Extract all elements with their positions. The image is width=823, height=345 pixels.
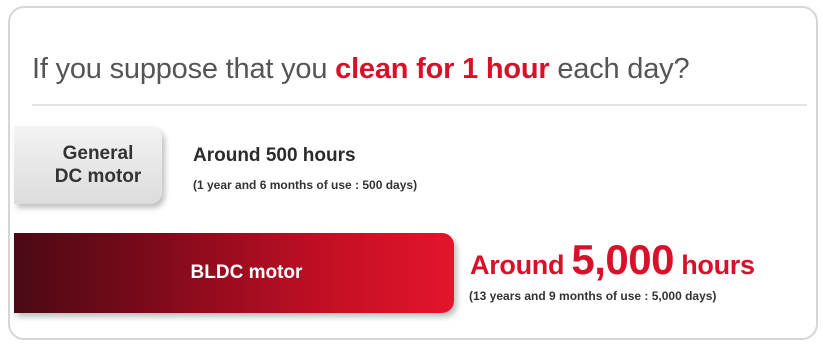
headline-prefix: If you suppose that you — [32, 53, 336, 85]
general-dc-motor-label: General DC motor — [54, 143, 142, 187]
headline-suffix: each day? — [549, 53, 690, 85]
comparison-card: If you suppose that you clean for 1 hour… — [8, 6, 818, 340]
headline: If you suppose that you clean for 1 hour… — [32, 53, 690, 86]
bldc-hours-suffix: hours — [674, 250, 755, 280]
headline-highlight: clean for 1 hour — [335, 53, 550, 85]
bldc-motor-bar: BLDC motor — [14, 233, 454, 313]
bldc-hours-prefix: Around — [470, 250, 572, 280]
bldc-motor-note: (13 years and 9 months of use : 5,000 da… — [469, 289, 717, 303]
divider — [32, 104, 807, 106]
general-dc-motor-box: General DC motor — [14, 126, 162, 204]
bldc-motor-label: BLDC motor — [190, 262, 303, 283]
general-dc-motor-note: (1 year and 6 months of use : 500 days) — [193, 178, 418, 192]
bldc-hours-number: 5,000 — [571, 236, 674, 283]
bldc-motor-hours: Around 5,000 hours — [470, 236, 755, 284]
general-dc-motor-hours: Around 500 hours — [193, 145, 356, 166]
